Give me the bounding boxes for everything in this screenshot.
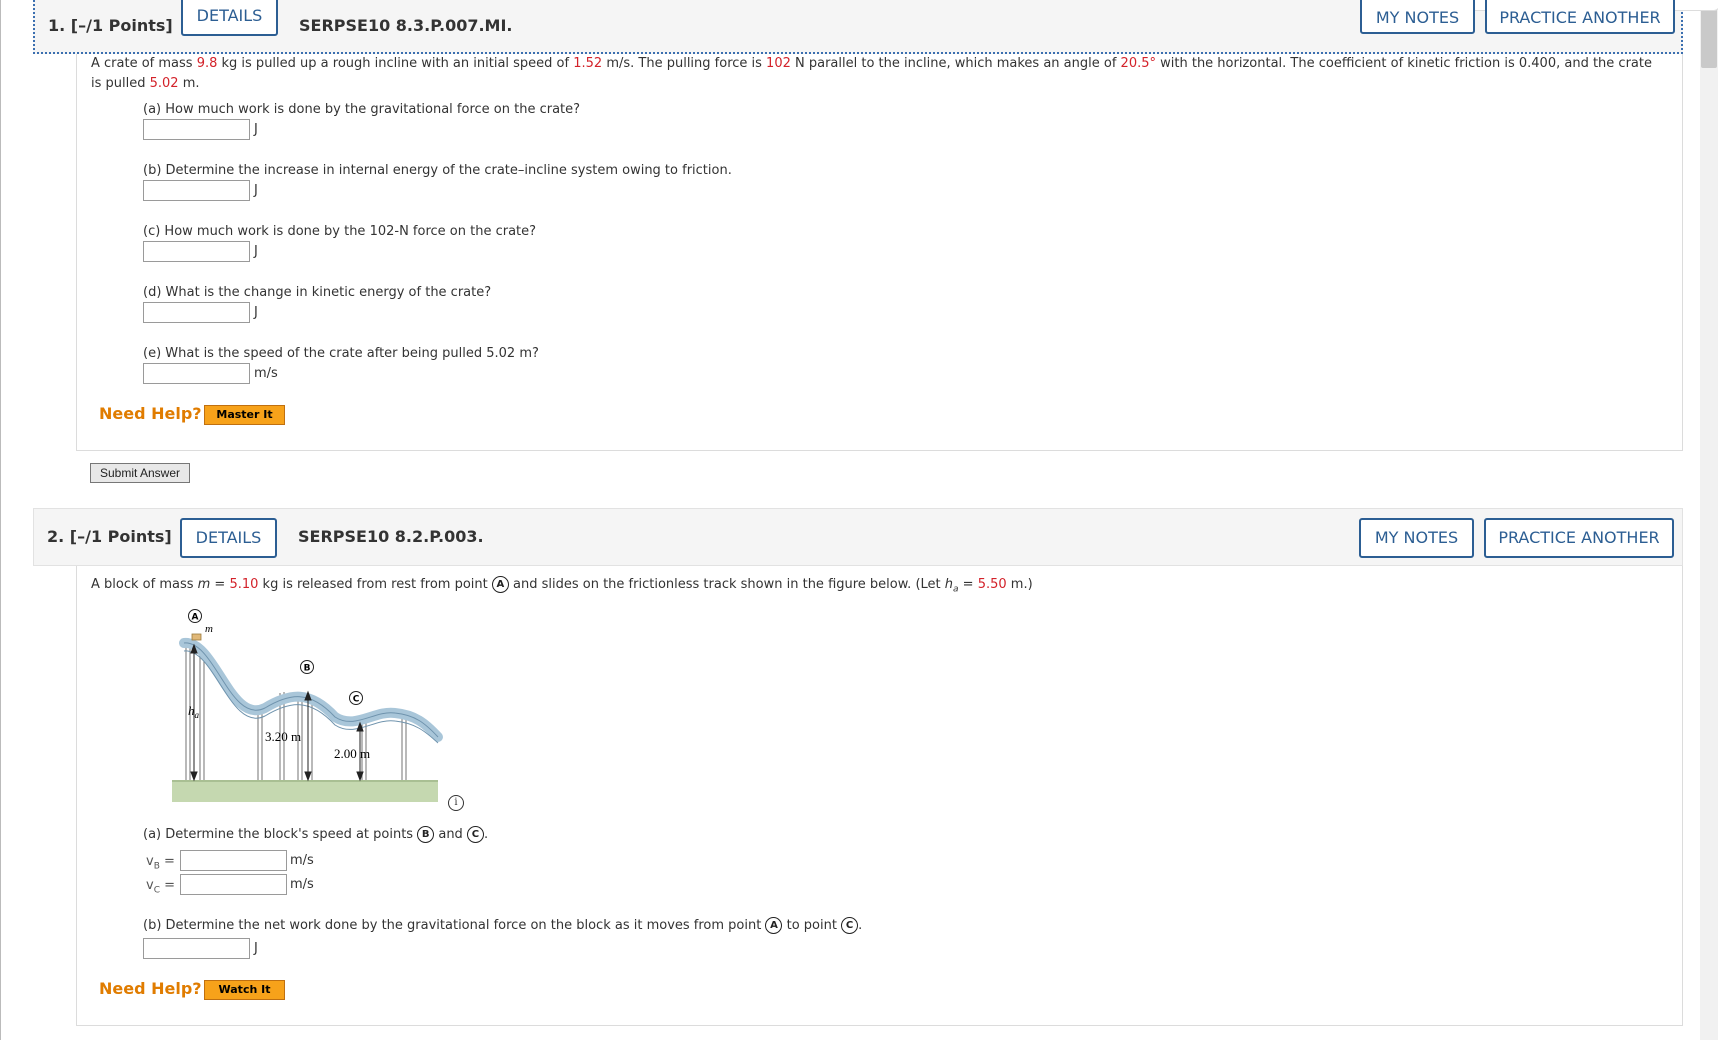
speed-value: 1.52	[573, 56, 603, 71]
part-b-unit: J	[254, 183, 258, 198]
mass-value: 5.10	[229, 577, 259, 592]
submit-answer-button[interactable]: Submit Answer	[90, 463, 190, 483]
part-e-answer-input[interactable]	[143, 363, 250, 384]
scrollbar-track[interactable]	[1700, 0, 1718, 1040]
point-a-icon: A	[491, 576, 509, 593]
figure-info-icon[interactable]: i	[448, 795, 464, 811]
vc-answer-input[interactable]	[180, 874, 287, 895]
figure-point-c-label: C	[353, 695, 360, 705]
part-e-question: (e) What is the speed of the crate after…	[143, 346, 539, 361]
vc-unit: m/s	[290, 877, 314, 892]
figure-point-b-label: B	[304, 664, 311, 674]
vc-label: vC =	[146, 878, 176, 896]
question-2-points: 2. [–/1 Points]	[47, 527, 172, 546]
q2-part-a-question: (a) Determine the block's speed at point…	[143, 826, 489, 843]
left-border	[0, 0, 1, 1040]
force-value: 102	[766, 56, 791, 71]
vb-answer-input[interactable]	[180, 850, 287, 871]
question-1-code: SERPSE10 8.3.P.007.MI.	[299, 16, 513, 35]
part-d-unit: J	[254, 305, 258, 320]
practice-another-button[interactable]: PRACTICE ANOTHER	[1484, 518, 1674, 558]
part-c-answer-input[interactable]	[143, 241, 250, 262]
question-2-code: SERPSE10 8.2.P.003.	[298, 527, 484, 546]
question-1-prompt: A crate of mass 9.8 kg is pulled up a ro…	[91, 56, 1652, 91]
point-c-icon: C	[841, 917, 859, 934]
my-notes-button[interactable]: MY NOTES	[1359, 518, 1474, 558]
vb-unit: m/s	[290, 853, 314, 868]
part-c-unit: J	[254, 244, 258, 259]
figure-200-label: 2.00 m	[334, 746, 370, 761]
question-1-header: 1. [–/1 Points] DETAILS SERPSE10 8.3.P.0…	[33, 0, 1718, 54]
part-b-question: (b) Determine the increase in internal e…	[143, 163, 732, 178]
details-button[interactable]: DETAILS	[181, 0, 278, 36]
need-help-label: Need Help?	[99, 979, 202, 998]
q2-part-b-answer-input[interactable]	[143, 938, 250, 959]
part-a-answer-input[interactable]	[143, 119, 250, 140]
part-b-answer-input[interactable]	[143, 180, 250, 201]
angle-value: 20.5°	[1120, 56, 1156, 71]
part-d-answer-input[interactable]	[143, 302, 250, 323]
details-button[interactable]: DETAILS	[180, 518, 277, 558]
track-figure: A m B C ha 3.20 m 2.00 m	[172, 609, 443, 802]
watch-it-button[interactable]: Watch It	[204, 980, 285, 1000]
mass-value: 9.8	[196, 56, 218, 71]
part-d-question: (d) What is the change in kinetic energy…	[143, 285, 492, 300]
master-it-button[interactable]: Master It	[204, 405, 285, 425]
question-1-points: 1. [–/1 Points]	[48, 16, 173, 35]
point-c-icon: C	[466, 826, 484, 843]
height-value: 5.50	[977, 577, 1007, 592]
question-2-header: 2. [–/1 Points] DETAILS SERPSE10 8.2.P.0…	[33, 508, 1683, 566]
figure-mass-label: m	[205, 623, 213, 635]
part-a-unit: J	[254, 122, 258, 137]
part-e-unit: m/s	[254, 366, 278, 381]
part-c-question: (c) How much work is done by the 102-N f…	[143, 224, 537, 239]
practice-another-button[interactable]: PRACTICE ANOTHER	[1485, 0, 1675, 34]
my-notes-button[interactable]: MY NOTES	[1360, 0, 1475, 34]
question-2-prompt: A block of mass m = 5.10 kg is released …	[91, 576, 1033, 595]
q2-part-b-unit: J	[254, 941, 258, 956]
need-help-label: Need Help?	[99, 404, 202, 423]
scrollbar-thumb[interactable]	[1701, 2, 1717, 68]
figure-height-label: ha	[188, 703, 200, 720]
point-a-icon: A	[765, 917, 783, 934]
distance-value: 5.02	[149, 76, 179, 91]
figure-point-a-label: A	[192, 613, 199, 623]
point-b-icon: B	[417, 826, 435, 843]
part-a-question: (a) How much work is done by the gravita…	[143, 102, 581, 117]
q2-part-b-question: (b) Determine the net work done by the g…	[143, 917, 863, 934]
vb-label: vB =	[146, 854, 175, 872]
figure-320-label: 3.20 m	[265, 729, 301, 744]
